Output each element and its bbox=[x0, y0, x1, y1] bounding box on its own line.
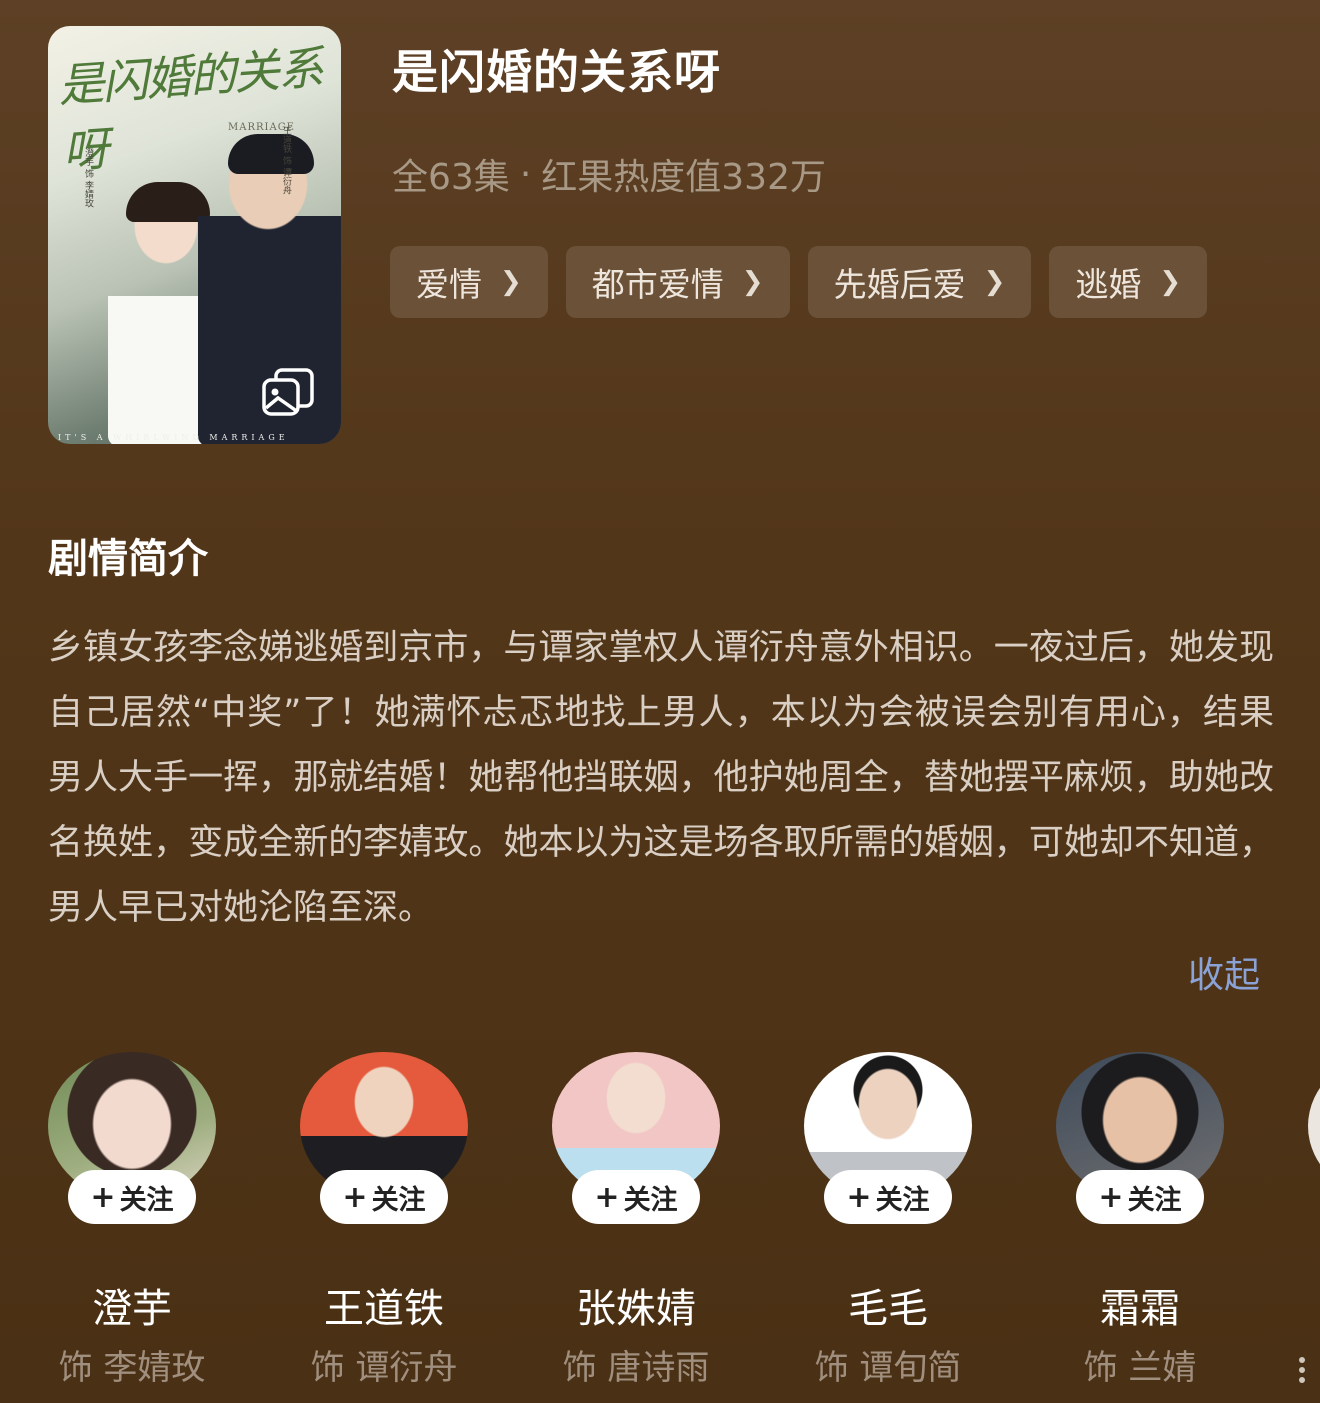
chevron-right-icon: ❯ bbox=[983, 267, 1006, 297]
chevron-right-icon: ❯ bbox=[741, 267, 764, 297]
episode-count: 全63集 bbox=[392, 157, 510, 198]
actor-role: 饰 李婧玫 bbox=[58, 1348, 206, 1388]
follow-label: 关注 bbox=[119, 1184, 174, 1216]
follow-button[interactable]: + 关注 bbox=[572, 1170, 700, 1224]
drama-meta: 全63集 · 红果热度值332万 bbox=[392, 148, 826, 200]
tag-urban-romance[interactable]: 都市爱情 ❯ bbox=[565, 246, 790, 318]
actor-name[interactable]: 毛毛 bbox=[804, 1276, 972, 1334]
cast-member[interactable]: + 关注 毛毛 饰 谭旬简 bbox=[804, 1052, 972, 1388]
avatar-partial[interactable] bbox=[1308, 1052, 1320, 1200]
tag-marriage-first[interactable]: 先婚后爱 ❯ bbox=[807, 246, 1032, 318]
actor-name[interactable]: 王道铁 bbox=[300, 1276, 468, 1334]
drama-title: 是闪婚的关系呀 bbox=[392, 45, 721, 99]
synopsis-text: 乡镇女孩李念娣逃婚到京市，与谭家掌权人谭衍舟意外相识。一夜过后，她发现自己居然“… bbox=[48, 628, 1274, 928]
follow-label: 关注 bbox=[1127, 1184, 1182, 1216]
chevron-right-icon: ❯ bbox=[1159, 267, 1182, 297]
genre-tags: 爱情 ❯ 都市爱情 ❯ 先婚后爱 ❯ 逃婚 ❯ bbox=[390, 246, 1208, 318]
collapse-button[interactable]: 收起 bbox=[1188, 946, 1260, 998]
actor-role: 饰 谭旬简 bbox=[814, 1348, 962, 1388]
cast-member[interactable]: + 关注 王道铁 饰 谭衍舟 bbox=[300, 1052, 468, 1388]
cast-member[interactable]: + 关注 张姝婧 饰 唐诗雨 bbox=[552, 1052, 720, 1388]
plus-icon: + bbox=[90, 1179, 116, 1215]
gallery-icon[interactable] bbox=[262, 368, 314, 416]
tag-label: 逃婚 bbox=[1075, 265, 1142, 304]
more-icon[interactable] bbox=[1296, 1355, 1308, 1385]
meta-separator: · bbox=[519, 153, 532, 195]
actor-role: 饰 兰婧 bbox=[1083, 1348, 1197, 1388]
follow-label: 关注 bbox=[875, 1184, 930, 1216]
poster-credit-left: 澄芋 饰 李婧玫 bbox=[83, 148, 93, 208]
plus-icon: + bbox=[342, 1179, 368, 1215]
cast-member[interactable]: + 关注 澄芋 饰 李婧玫 bbox=[48, 1052, 216, 1388]
actor-role: 饰 唐诗雨 bbox=[562, 1348, 710, 1388]
tag-label: 都市爱情 bbox=[591, 265, 724, 304]
poster-footer: IT'S A WHIRLWIND MARRIAGE bbox=[58, 433, 289, 442]
follow-button[interactable]: + 关注 bbox=[824, 1170, 952, 1224]
actor-name[interactable]: 霜霜 bbox=[1056, 1276, 1224, 1334]
actor-name[interactable]: 张姝婧 bbox=[552, 1276, 720, 1334]
heat-value: 红果热度值332万 bbox=[541, 157, 826, 198]
cast-list: + 关注 澄芋 饰 李婧玫 + 关注 王道铁 饰 谭衍舟 + 关注 张姝婧 饰 … bbox=[48, 1052, 1320, 1403]
tag-romance[interactable]: 爱情 ❯ bbox=[390, 246, 548, 318]
plus-icon: + bbox=[1098, 1179, 1124, 1215]
follow-button[interactable]: + 关注 bbox=[68, 1170, 196, 1224]
poster-groom-hair bbox=[228, 134, 314, 174]
actor-role: 饰 谭衍舟 bbox=[310, 1348, 458, 1388]
tag-label: 爱情 bbox=[416, 265, 482, 304]
synopsis-heading: 剧情简介 bbox=[48, 536, 208, 582]
plus-icon: + bbox=[594, 1179, 620, 1215]
tag-label: 先婚后爱 bbox=[833, 265, 966, 304]
poster-credit-right: 王道铁 饰 谭衍舟 bbox=[281, 126, 291, 195]
chevron-right-icon: ❯ bbox=[500, 267, 522, 297]
plus-icon: + bbox=[846, 1179, 872, 1215]
cast-member[interactable]: + 关注 霜霜 饰 兰婧 bbox=[1056, 1052, 1224, 1388]
follow-label: 关注 bbox=[623, 1184, 678, 1216]
follow-button[interactable]: + 关注 bbox=[1076, 1170, 1204, 1224]
follow-button[interactable]: + 关注 bbox=[320, 1170, 448, 1224]
actor-name[interactable]: 澄芋 bbox=[48, 1276, 216, 1334]
follow-label: 关注 bbox=[371, 1184, 426, 1216]
tag-runaway-bride[interactable]: 逃婚 ❯ bbox=[1049, 246, 1208, 318]
